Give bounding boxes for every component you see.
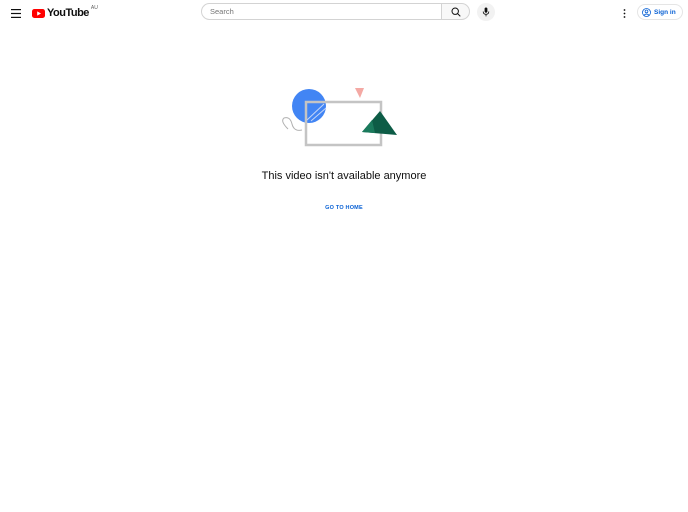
go-to-home-button[interactable]: GO TO HOME xyxy=(314,200,374,215)
microphone-icon xyxy=(482,7,490,17)
search-input[interactable] xyxy=(210,7,441,16)
more-vert-icon xyxy=(623,8,625,18)
error-message: This video isn't available anymore xyxy=(261,170,427,182)
youtube-play-icon xyxy=(32,8,45,18)
hamburger-menu-icon xyxy=(11,8,21,18)
sign-in-label: Sign in xyxy=(654,8,676,16)
unavailable-video-illustration xyxy=(282,88,397,147)
logo-text: YouTube xyxy=(47,7,89,19)
search-icon xyxy=(450,6,461,17)
youtube-logo[interactable]: YouTube AU xyxy=(32,5,98,20)
masthead: YouTube AU Sign in xyxy=(0,0,688,26)
voice-search-button[interactable] xyxy=(477,3,495,21)
guide-menu-button[interactable] xyxy=(8,5,24,21)
search-button[interactable] xyxy=(441,3,470,20)
search-box[interactable] xyxy=(201,3,441,20)
settings-more-button[interactable] xyxy=(617,5,631,21)
account-circle-icon xyxy=(642,7,651,17)
country-code: AU xyxy=(90,5,98,11)
sign-in-button[interactable]: Sign in xyxy=(637,4,683,20)
